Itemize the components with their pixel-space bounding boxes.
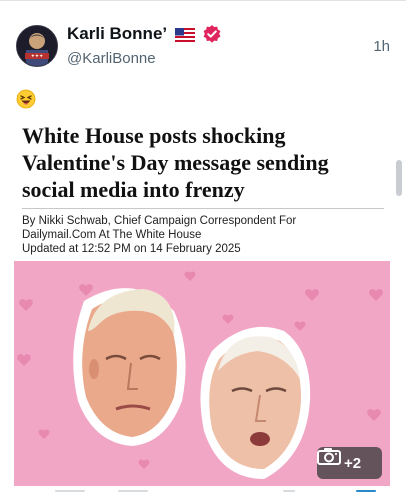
byline-line: By Nikki Schwab, Chief Campaign Correspo… [22, 215, 297, 227]
media-extra-count: +2 [343, 454, 362, 472]
us-flag-icon [175, 27, 196, 42]
author-name[interactable]: Karli Bonne’ [67, 24, 167, 44]
avatar[interactable]: ✦✦✦ [16, 25, 58, 67]
author-name-row[interactable]: Karli Bonne’ [67, 24, 222, 44]
laughing-emoji-icon [16, 89, 36, 109]
post-timestamp[interactable]: 1h [373, 38, 390, 55]
article-photo[interactable]: +2 [14, 261, 390, 486]
headline-line[interactable]: Valentine's Day message sending [22, 149, 394, 176]
headline-line[interactable]: White House posts shocking [22, 122, 394, 149]
byline-line: Updated at 12:52 PM on 14 February 2025 [22, 243, 241, 255]
verified-badge-icon [202, 24, 222, 44]
headline-line[interactable]: social media into frenzy [22, 176, 394, 203]
post-card[interactable]: ✦✦✦ Karli Bonne’ @KarliBonne 1h White Ho… [0, 0, 406, 500]
bottom-strip [0, 488, 406, 500]
author-handle[interactable]: @KarliBonne [67, 50, 156, 67]
article-byline: By Nikki Schwab, Chief Campaign Correspo… [22, 214, 392, 256]
article-headline[interactable]: White House posts shocking Valentine's D… [22, 122, 394, 203]
byline-line: Dailymail.Com At The White House [22, 229, 202, 241]
media-count-badge[interactable]: +2 [317, 447, 382, 479]
scrollbar-thumb[interactable] [396, 160, 402, 196]
svg-text:✦✦✦: ✦✦✦ [31, 54, 44, 60]
headline-divider [22, 208, 384, 209]
